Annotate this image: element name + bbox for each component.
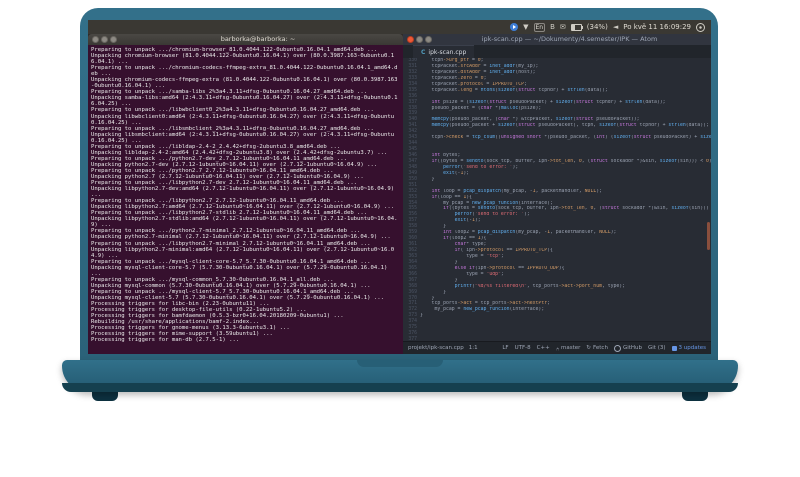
updates-button[interactable]: 3 updates [671, 345, 706, 351]
maximize-button[interactable] [110, 36, 117, 43]
editor-window: ipk-scan.cpp — ~/Dokumenty/4.semester/IP… [403, 34, 711, 354]
bluetooth-icon[interactable]: B [550, 23, 555, 31]
terminal-titlebar[interactable]: barborka@barborka: ~ [88, 34, 403, 45]
close-button[interactable] [407, 36, 414, 43]
scrollbar-handle[interactable] [707, 222, 710, 251]
github-icon [613, 344, 621, 352]
terminal-output: Preparing to unpack .../chromium-browser… [91, 47, 398, 344]
minimize-button[interactable] [416, 36, 423, 43]
close-button[interactable] [92, 36, 99, 43]
tab-bar: C ipk-scan.cpp [403, 45, 711, 58]
terminal-body[interactable]: Preparing to unpack .../chromium-browser… [88, 45, 403, 354]
editor-titlebar[interactable]: ipk-scan.cpp — ~/Dokumenty/4.semester/IP… [403, 34, 711, 45]
clock[interactable]: Po kvě 11 16:09:29 [623, 23, 691, 31]
telegram-indicator-icon[interactable] [510, 23, 519, 31]
network-wifi-icon[interactable]: ▼ [523, 23, 528, 31]
editor-title: ipk-scan.cpp — ~/Dokumenty/4.semester/IP… [481, 35, 658, 43]
volume-icon[interactable]: ◄ [613, 23, 618, 31]
tab-label: ipk-scan.cpp [428, 48, 467, 56]
system-panel: ▼ En B ✉ (34%) ◄ Po kvě 11 16:09:29 [88, 20, 711, 34]
git-panel-button[interactable]: Git (3) [648, 345, 666, 351]
grammar-selector[interactable]: C++ [537, 345, 550, 351]
keyboard-layout-indicator[interactable]: En [533, 22, 546, 32]
terminal-window: barborka@barborka: ~ Preparing to unpack… [88, 34, 403, 354]
desktop: ▼ En B ✉ (34%) ◄ Po kvě 11 16:09:29 barb… [88, 20, 711, 354]
git-branch[interactable]: ⑂ master [556, 345, 581, 351]
terminal-title: barborka@barborka: ~ [220, 35, 296, 43]
updates-icon [671, 345, 677, 351]
battery-icon[interactable] [570, 23, 583, 31]
maximize-button[interactable] [425, 36, 432, 43]
minimize-button[interactable] [101, 36, 108, 43]
code-editor[interactable]: 330 tcph->urg_ptr = 0; 331 tcpPacket.srcA… [403, 58, 711, 341]
line-number: 377 [408, 337, 417, 341]
tab-ipk-scan[interactable]: C ipk-scan.cpp [413, 45, 475, 58]
window-area: barborka@barborka: ~ Preparing to unpack… [88, 34, 711, 354]
session-gear-icon[interactable] [696, 22, 705, 32]
encoding-selector[interactable]: UTF-8 [515, 345, 531, 351]
status-file-path[interactable]: projekt/ipk-scan.cpp [408, 345, 464, 351]
sync-icon: ↻ [586, 345, 592, 351]
code-line[interactable]: 377 [403, 337, 711, 341]
status-bar: projekt/ipk-scan.cpp 1:1 LF UTF-8 C++ ⑂ … [403, 341, 711, 354]
battery-percentage: (34%) [586, 23, 608, 31]
git-fetch-button[interactable]: ↻ Fetch [586, 345, 608, 351]
mail-icon[interactable]: ✉ [560, 23, 566, 31]
laptop-latch-notch [357, 360, 443, 367]
line-ending-selector[interactable]: LF [502, 345, 508, 351]
laptop-screen-bezel: ▼ En B ✉ (34%) ◄ Po kvě 11 16:09:29 barb… [80, 8, 718, 360]
laptop-base-edge [62, 383, 738, 392]
github-panel-button[interactable]: GitHub [613, 344, 642, 352]
cursor-position[interactable]: 1:1 [469, 345, 478, 351]
branch-icon: ⑂ [555, 345, 559, 351]
laptop-base [62, 360, 738, 392]
cpp-file-icon: C [421, 48, 426, 56]
